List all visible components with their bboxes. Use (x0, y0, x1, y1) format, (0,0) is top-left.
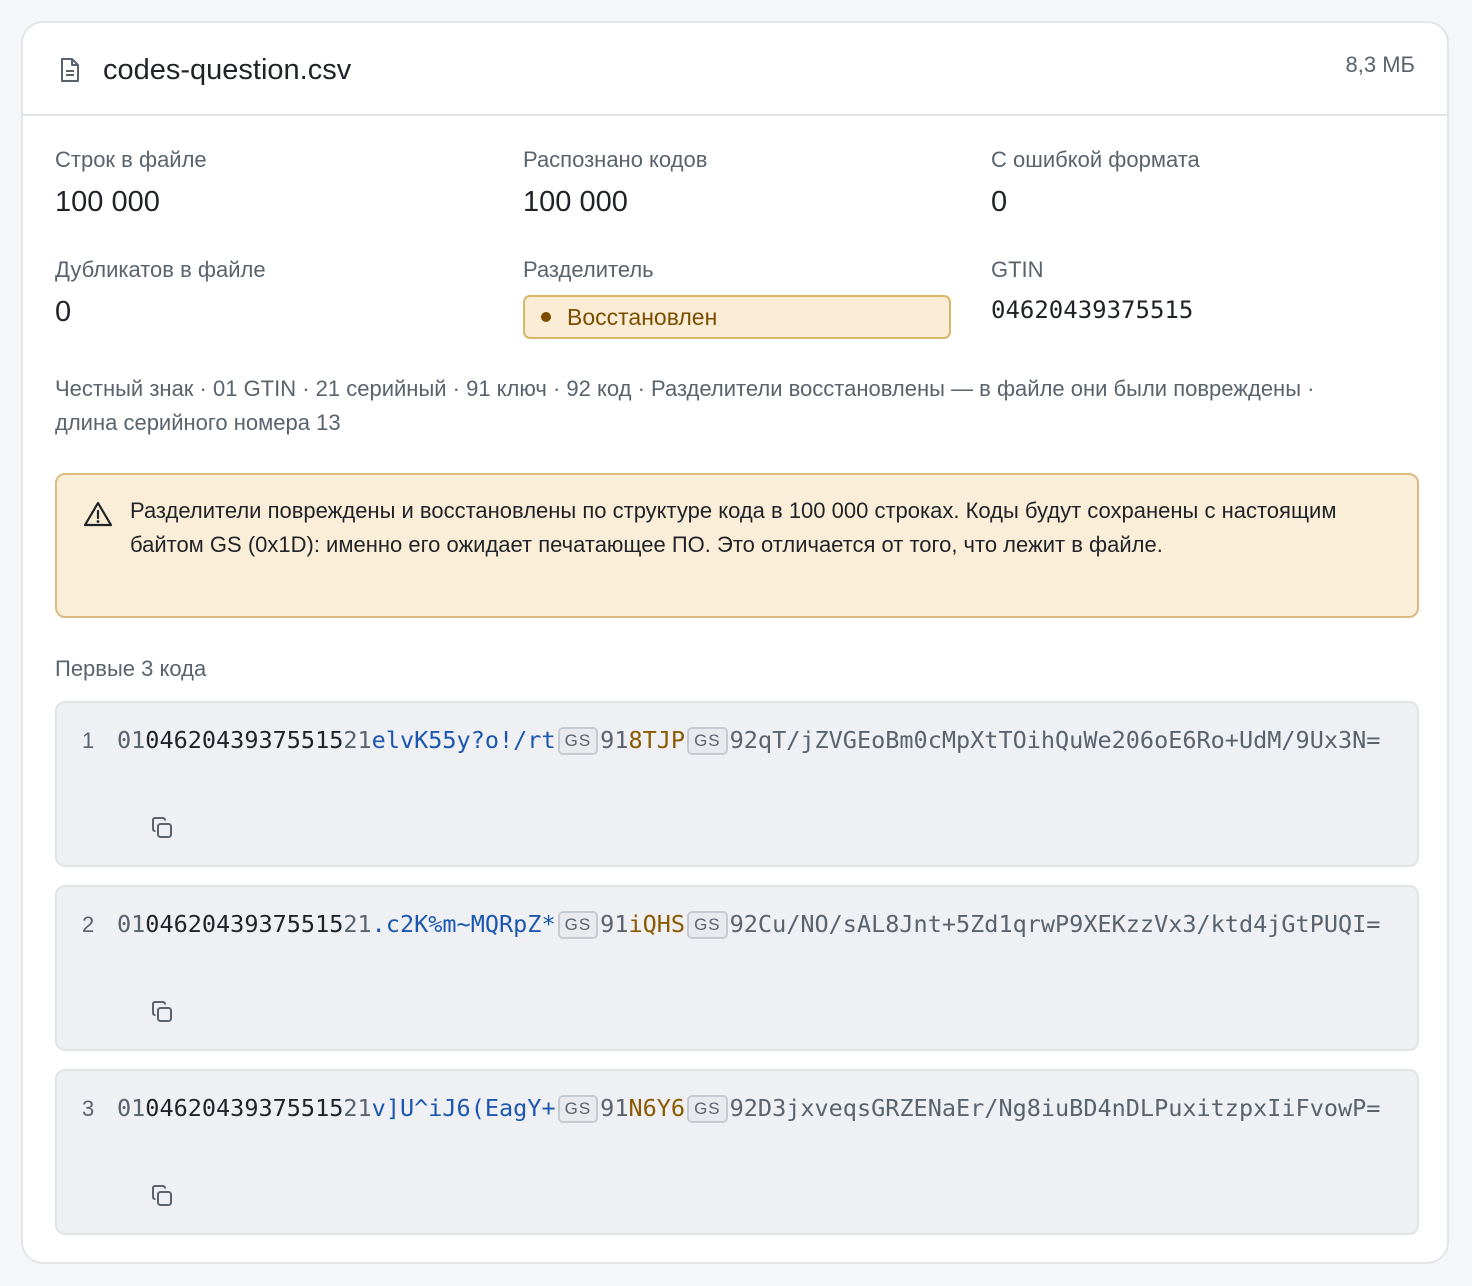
code-index: 3 (82, 1096, 95, 1121)
stat-gtin-label: GTIN (991, 257, 1044, 282)
ai-21: 21 (343, 910, 372, 938)
code-value[interactable]: 010462043937551521elvK55y?o!/rt GS 918TJP G… (117, 721, 1397, 759)
gs-separator-badge: GS (557, 727, 599, 755)
ai-92: 92 (729, 1094, 758, 1122)
warning-text: Разделители повреждены и восстановлены п… (130, 498, 1337, 557)
gs-separator-badge: GS (687, 727, 728, 755)
separator-status-text: Восстановлен (567, 303, 718, 330)
code-serial: elvK55y?o!/rt (371, 726, 556, 754)
code-item: 2 010462043937551521.c2K%m~MQRpZ* GS 91iQH… (55, 885, 1419, 1051)
stat-gtin-value: 04620439375515 (991, 296, 1194, 324)
code-serial: .c2K%m~MQRpZ* (371, 910, 556, 938)
file-card: codes-question.csv 8,3 МБ Строк в файле … (21, 21, 1449, 1264)
ai-01: 01 (117, 726, 146, 754)
stat-duplicates: Дубликатов в файле 0 (55, 256, 483, 330)
code-crypto: D3jxveqsGRZENaEr/Ng8iuBD4nDLPuxitzpxIiFv… (757, 1094, 1381, 1122)
separator-status-badge: Восстановлен (523, 295, 951, 339)
file-size: 8,3 МБ (1345, 52, 1415, 77)
code-item: 1 010462043937551521elvK55y?o!/rt GS 918TJ… (55, 701, 1419, 867)
code-value[interactable]: 010462043937551521.c2K%m~MQRpZ* GS 91iQHS G… (117, 905, 1397, 943)
stat-format-errors-value: 0 (991, 186, 1008, 218)
gs-separator-badge: GS (687, 911, 728, 939)
status-dot-icon (541, 312, 551, 322)
stat-rows-label: Строк в файле (55, 147, 207, 172)
code-key: N6Y6 (628, 1094, 686, 1122)
stat-recognized-label: Распознано кодов (523, 147, 708, 172)
stat-format-errors-label: С ошибкой формата (991, 147, 1200, 172)
code-serial: v]U^iJ6(EagY+ (371, 1094, 556, 1122)
code-item: 3 010462043937551521v]U^iJ6(EagY+ GS 91N6Y… (55, 1069, 1419, 1235)
file-name: codes-question.csv (103, 54, 352, 86)
stat-recognized-value: 100 000 (523, 186, 628, 218)
stat-separator-label: Разделитель (523, 257, 654, 282)
ai-21: 21 (343, 726, 372, 754)
ai-92: 92 (729, 910, 758, 938)
stat-duplicates-value: 0 (55, 296, 72, 328)
gs-separator-badge: GS (557, 1095, 599, 1123)
copy-icon[interactable] (149, 815, 175, 841)
stat-separator: Разделитель Восстановлен (523, 256, 951, 339)
separator-warning: Разделители повреждены и восстановлены п… (55, 473, 1419, 618)
gs-separator-badge: GS (687, 1095, 728, 1123)
stat-recognized: Распознано кодов 100 000 (523, 146, 951, 220)
code-gtin: 04620439375515 (145, 726, 344, 754)
code-value[interactable]: 010462043937551521v]U^iJ6(EagY+ GS 91N6Y6 G… (117, 1089, 1397, 1127)
stat-rows-value: 100 000 (55, 186, 160, 218)
stat-rows: Строк в файле 100 000 (55, 146, 483, 220)
code-structure-summary: Честный знак · 01 GTIN · 21 серийный · 9… (55, 376, 1315, 435)
code-crypto: Cu/NO/sAL8Jnt+5Zd1qrwP9XEKzzVx3/ktd4jGtP… (757, 910, 1381, 938)
gs-separator-badge: GS (557, 911, 599, 939)
copy-icon[interactable] (149, 1183, 175, 1209)
code-key: 8TJP (628, 726, 686, 754)
code-gtin: 04620439375515 (145, 1094, 344, 1122)
warning-triangle-icon (83, 501, 113, 527)
ai-91: 91 (600, 1094, 629, 1122)
code-index: 1 (82, 728, 95, 753)
stat-format-errors: С ошибкой формата 0 (991, 146, 1419, 220)
codes-section-title: Первые 3 кода (55, 656, 207, 681)
ai-01: 01 (117, 910, 146, 938)
ai-91: 91 (600, 910, 629, 938)
code-key: iQHS (628, 910, 686, 938)
code-crypto: qT/jZVGEoBm0cMpXtTOihQuWe206oE6Ro+UdM/9U… (757, 726, 1381, 754)
file-header: codes-question.csv 8,3 МБ (23, 23, 1447, 116)
copy-icon[interactable] (149, 999, 175, 1025)
file-text-icon (61, 58, 79, 82)
stats-grid: Строк в файле 100 000 Распознано кодов 1… (55, 116, 1415, 364)
code-gtin: 04620439375515 (145, 910, 344, 938)
ai-01: 01 (117, 1094, 146, 1122)
codes-list: 1 010462043937551521elvK55y?o!/rt GS 918TJ… (55, 701, 1419, 1235)
stat-duplicates-label: Дубликатов в файле (55, 257, 266, 282)
stat-gtin: GTIN 04620439375515 (991, 256, 1419, 328)
ai-92: 92 (729, 726, 758, 754)
ai-91: 91 (600, 726, 629, 754)
code-index: 2 (82, 912, 95, 937)
ai-21: 21 (343, 1094, 372, 1122)
